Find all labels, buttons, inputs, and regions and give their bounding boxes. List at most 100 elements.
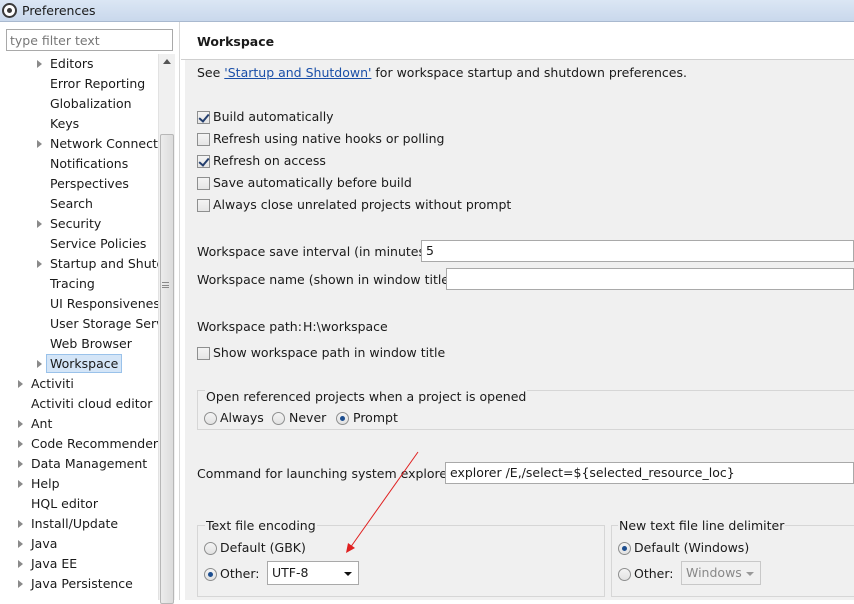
- open-prompt-label: Prompt: [353, 410, 398, 425]
- explorer-command-input[interactable]: explorer /E,/select=${selected_resource_…: [445, 462, 854, 484]
- tree-item-label: Java EE: [31, 556, 78, 571]
- workspace-name-input[interactable]: [446, 268, 854, 290]
- tree-item[interactable]: Code Recommenders: [0, 434, 158, 454]
- tree-item-label: Keys: [50, 116, 80, 131]
- expand-arrow-icon[interactable]: [37, 360, 42, 368]
- page-title: Workspace: [197, 34, 275, 49]
- encoding-default-radio[interactable]: [204, 542, 217, 555]
- tree-item[interactable]: Web Browser: [0, 334, 158, 354]
- tree-item[interactable]: Error Reporting: [0, 74, 158, 94]
- tree-item-label: Network Connectio: [50, 136, 158, 151]
- tree-item[interactable]: User Storage Serv: [0, 314, 158, 334]
- expand-arrow-icon[interactable]: [18, 540, 23, 548]
- tree-item[interactable]: Workspace: [0, 354, 158, 374]
- tree-item[interactable]: Activiti cloud editor: [0, 394, 158, 414]
- tree-item-label: Service Policies: [50, 236, 147, 251]
- expand-arrow-icon[interactable]: [18, 580, 23, 588]
- expand-arrow-icon[interactable]: [37, 140, 42, 148]
- build-automatically-checkbox[interactable]: [197, 111, 210, 124]
- tree-item-label: Error Reporting: [50, 76, 146, 91]
- tree-item[interactable]: Ant: [0, 414, 158, 434]
- tree-item-label: Security: [50, 216, 102, 231]
- page-header: Workspace: [181, 22, 854, 60]
- tree-item-label: Editors: [50, 56, 94, 71]
- tree-item[interactable]: Install/Update: [0, 514, 158, 534]
- encoding-other-radio[interactable]: [204, 568, 217, 581]
- save-before-build-checkbox[interactable]: [197, 177, 210, 190]
- refresh-native-checkbox[interactable]: [197, 133, 210, 146]
- scroll-grip-icon: [162, 282, 169, 288]
- tree-item[interactable]: Network Connectio: [0, 134, 158, 154]
- tree-scrollbar[interactable]: [158, 54, 175, 604]
- save-interval-label: Workspace save interval (in minutes):: [197, 244, 435, 259]
- tree-item[interactable]: Notifications: [0, 154, 158, 174]
- tree-item[interactable]: Java EE: [0, 554, 158, 574]
- tree-item[interactable]: Service Policies: [0, 234, 158, 254]
- tree-item[interactable]: UI Responsiveness: [0, 294, 158, 314]
- workspace-path-label: Workspace path:: [197, 319, 302, 334]
- tree-item[interactable]: Perspectives: [0, 174, 158, 194]
- expand-arrow-icon[interactable]: [18, 460, 23, 468]
- tree-item[interactable]: Keys: [0, 114, 158, 134]
- save-interval-input[interactable]: 5: [421, 240, 854, 262]
- show-path-checkbox[interactable]: [197, 347, 210, 360]
- delimiter-default-radio[interactable]: [618, 542, 631, 555]
- preferences-tree-panel: Editors Error Reporting Globalization Keys N…: [0, 22, 180, 604]
- delimiter-select[interactable]: Windows: [681, 561, 761, 585]
- window-title: Preferences: [22, 3, 96, 18]
- tree-item[interactable]: Editors: [0, 54, 158, 74]
- line-delimiter-label: New text file line delimiter: [618, 518, 786, 533]
- build-automatically-label: Build automatically: [213, 109, 334, 124]
- startup-shutdown-link[interactable]: 'Startup and Shutdown': [224, 65, 371, 80]
- open-never-label: Never: [289, 410, 327, 425]
- preferences-tree: Editors Error Reporting Globalization Keys N…: [0, 54, 158, 600]
- delimiter-other-radio[interactable]: [618, 568, 631, 581]
- scroll-thumb[interactable]: [160, 134, 174, 604]
- expand-arrow-icon[interactable]: [37, 60, 42, 68]
- close-unrelated-checkbox[interactable]: [197, 199, 210, 212]
- tree-item[interactable]: Activiti: [0, 374, 158, 394]
- tree-item[interactable]: Tracing: [0, 274, 158, 294]
- expand-arrow-icon[interactable]: [18, 380, 23, 388]
- workspace-path-value: H:\workspace: [303, 319, 388, 334]
- tree-item-label: Search: [50, 196, 93, 211]
- open-prompt-radio[interactable]: [336, 412, 349, 425]
- expand-arrow-icon[interactable]: [18, 420, 23, 428]
- chevron-down-icon: [344, 572, 352, 576]
- encoding-other-label: Other:: [220, 566, 260, 581]
- expand-arrow-icon[interactable]: [37, 260, 42, 268]
- tree-item-label: Activiti cloud editor: [31, 396, 153, 411]
- expand-arrow-icon[interactable]: [18, 520, 23, 528]
- show-path-label: Show workspace path in window title: [213, 345, 446, 360]
- refresh-on-access-label: Refresh on access: [213, 153, 326, 168]
- tree-item-label: Workspace: [46, 354, 123, 373]
- tree-item[interactable]: Java Persistence: [0, 574, 158, 594]
- tree-item-label: Ant: [31, 416, 53, 431]
- tree-item-label: Data Management: [31, 456, 148, 471]
- tree-item[interactable]: Security: [0, 214, 158, 234]
- expand-arrow-icon[interactable]: [18, 480, 23, 488]
- expand-arrow-icon[interactable]: [18, 560, 23, 568]
- tree-item[interactable]: Startup and Shutd: [0, 254, 158, 274]
- tree-item-label: UI Responsiveness: [50, 296, 158, 311]
- filter-input[interactable]: [6, 29, 173, 51]
- tree-item[interactable]: Java: [0, 534, 158, 554]
- tree-item[interactable]: HQL editor: [0, 494, 158, 514]
- app-icon: [2, 3, 17, 18]
- open-never-radio[interactable]: [272, 412, 285, 425]
- expand-arrow-icon[interactable]: [18, 440, 23, 448]
- scroll-up-arrow-icon[interactable]: [163, 59, 171, 64]
- preference-page: Workspace See 'Startup and Shutdown' for…: [181, 22, 854, 600]
- delimiter-default-label: Default (Windows): [634, 540, 750, 555]
- note-prefix: See: [197, 65, 225, 80]
- refresh-on-access-checkbox[interactable]: [197, 155, 210, 168]
- expand-arrow-icon[interactable]: [37, 220, 42, 228]
- open-always-radio[interactable]: [204, 412, 217, 425]
- encoding-select[interactable]: UTF-8: [267, 561, 359, 585]
- tree-item[interactable]: Help: [0, 474, 158, 494]
- tree-item[interactable]: Search: [0, 194, 158, 214]
- save-before-build-label: Save automatically before build: [213, 175, 412, 190]
- tree-item[interactable]: Globalization: [0, 94, 158, 114]
- tree-item[interactable]: Data Management: [0, 454, 158, 474]
- tree-item-label: Web Browser: [50, 336, 132, 351]
